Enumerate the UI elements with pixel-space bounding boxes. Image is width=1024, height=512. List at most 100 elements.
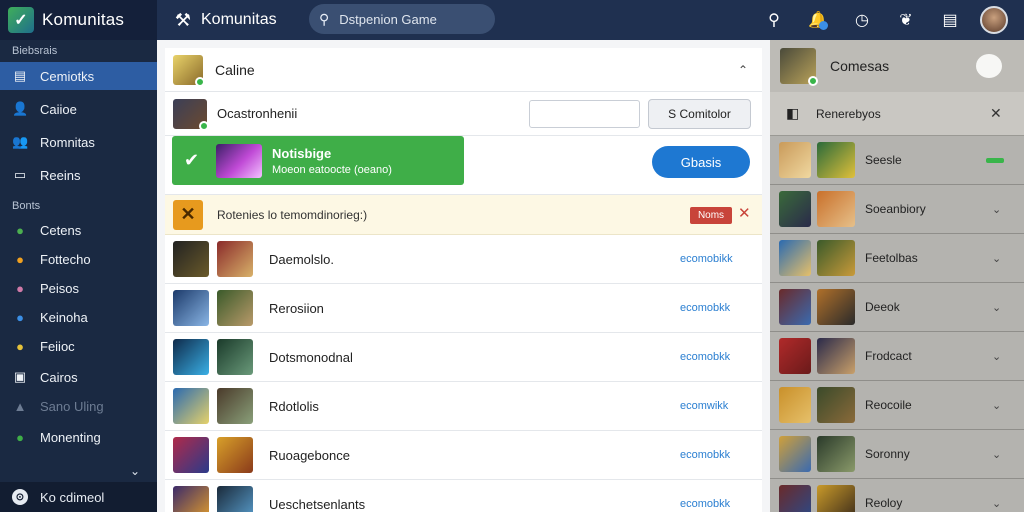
game-link[interactable]: ecomobkk bbox=[680, 351, 730, 363]
sidebar-item-label: Reeins bbox=[40, 167, 81, 183]
game-row[interactable]: Daemolslo. ecomobikk bbox=[165, 235, 762, 284]
sidebar-item-label: Peisos bbox=[40, 280, 80, 296]
search-icon: ⚲ bbox=[319, 10, 330, 27]
check-icon: ✔ bbox=[184, 150, 200, 170]
main-header[interactable]: Caline ⌃ bbox=[165, 48, 762, 92]
sidebar-item[interactable]: 👤 Caiioe bbox=[0, 95, 157, 123]
chevron-down-icon[interactable]: ⌄ bbox=[992, 448, 1001, 461]
notice-tag[interactable]: Noms bbox=[690, 207, 732, 224]
game-link[interactable]: ecomobkk bbox=[680, 302, 730, 314]
chevron-up-icon[interactable]: ⌃ bbox=[738, 63, 748, 77]
game-row[interactable]: Ruoagebonce ecomobkk bbox=[165, 431, 762, 480]
game-icon-pink: ● bbox=[16, 280, 24, 296]
sidebar-item-label: Romnitas bbox=[40, 134, 95, 150]
item-icon bbox=[779, 240, 811, 276]
connect-button[interactable]: S Comitolor bbox=[648, 99, 751, 129]
game-icon-yellow: ● bbox=[16, 338, 24, 354]
sidebar-item[interactable]: ● Feiioc bbox=[0, 332, 157, 360]
chevron-down-icon[interactable]: ⌄ bbox=[992, 203, 1001, 216]
right-item-name: Feetolbas bbox=[865, 251, 918, 265]
sidebar-section-title: Biebsrais bbox=[12, 45, 58, 57]
user-icon: 👤 bbox=[12, 101, 29, 116]
avatar bbox=[980, 6, 1008, 34]
banner-subtitle: Moeon eatoocte (oeano) bbox=[272, 163, 392, 176]
search-icon[interactable]: ⚲ bbox=[752, 0, 796, 40]
sidebar-item[interactable]: 👥 Romnitas bbox=[0, 128, 157, 156]
item-icon bbox=[779, 338, 811, 374]
right-list-item[interactable]: Reocoile ⌄ bbox=[770, 381, 1024, 430]
online-status-dot bbox=[199, 120, 209, 131]
right-item-name: Seesle bbox=[865, 153, 902, 167]
right-item-name: Deeok bbox=[865, 300, 900, 314]
toggle-button[interactable] bbox=[976, 54, 1002, 78]
chevron-down-icon[interactable]: ⌄ bbox=[992, 350, 1001, 363]
chevron-down-icon[interactable]: ⌄ bbox=[992, 301, 1001, 314]
notification-bell-icon[interactable]: 🔔 bbox=[796, 0, 840, 40]
chevron-down-icon[interactable]: ⌄ bbox=[130, 464, 140, 478]
sidebar-item[interactable]: ● Peisos bbox=[0, 274, 157, 302]
sidebar-item[interactable]: ▣ Cairos bbox=[0, 363, 157, 391]
user-avatar[interactable] bbox=[972, 0, 1016, 40]
brand[interactable]: ✓ Komunitas bbox=[0, 0, 157, 40]
sidebar-item[interactable]: ▭ Reeins bbox=[0, 161, 157, 189]
banner-artwork bbox=[216, 143, 262, 178]
search-box[interactable]: ⚲ bbox=[309, 4, 495, 34]
game-row[interactable]: Rdotlolis ecomwikk bbox=[165, 382, 762, 431]
right-panel: Comesas ◧ Renerebyos ✕ Seesle Soeanbiory ⌄… bbox=[770, 40, 1024, 512]
close-icon[interactable]: ✕ bbox=[990, 105, 1002, 122]
game-name: Ruoagebonce bbox=[269, 447, 350, 463]
right-item-name: Soeanbiory bbox=[865, 202, 926, 216]
game-icon bbox=[173, 339, 209, 375]
sidebar-item[interactable]: ● Monenting bbox=[0, 423, 157, 451]
right-list-item[interactable]: Soeanbiory ⌄ bbox=[770, 185, 1024, 234]
top-bar: ✓ Komunitas ⚒ Komunitas ⚲ ⚲ 🔔 ◷ ❦ ▤ bbox=[0, 0, 1024, 40]
sidebar-item[interactable]: ▲ Sano Uling bbox=[0, 392, 157, 420]
app-title: ⚒ Komunitas bbox=[171, 10, 277, 31]
game-link[interactable]: ecomwikk bbox=[680, 400, 728, 412]
game-row[interactable]: Ueschetsenlants ecomobkk bbox=[165, 480, 762, 512]
search-input[interactable] bbox=[339, 11, 480, 27]
sidebar-item[interactable]: ● Fottecho bbox=[0, 245, 157, 273]
brand-name: Komunitas bbox=[42, 10, 125, 29]
right-item-name: Frodcact bbox=[865, 349, 912, 363]
right-list-item[interactable]: Soronny ⌄ bbox=[770, 430, 1024, 479]
notification-banner[interactable]: ✔ Notisbige Moeon eatoocte (oeano) bbox=[172, 136, 464, 185]
game-row[interactable]: Dotsmonodnal ecomobkk bbox=[165, 333, 762, 382]
clock-icon[interactable]: ◷ bbox=[840, 0, 884, 40]
game-link[interactable]: ecomobkk bbox=[680, 449, 730, 461]
notice-text: Rotenies lo temomdinorieg:) bbox=[217, 207, 368, 222]
close-icon[interactable]: ✕ bbox=[738, 204, 751, 222]
right-list-item[interactable]: Deeok ⌄ bbox=[770, 283, 1024, 332]
right-list-item[interactable]: Feetolbas ⌄ bbox=[770, 234, 1024, 283]
sidebar-item[interactable]: ● Keinoha bbox=[0, 303, 157, 331]
chevron-down-icon[interactable]: ⌄ bbox=[992, 252, 1001, 265]
chat-icon: ● bbox=[16, 429, 24, 445]
image-icon: ▣ bbox=[13, 369, 27, 384]
text-field[interactable] bbox=[529, 100, 640, 128]
profile-row: Ocastronhenii S Comitolor bbox=[165, 92, 762, 136]
chevron-down-icon[interactable]: ⌄ bbox=[992, 497, 1001, 510]
right-list-item[interactable]: Seesle bbox=[770, 136, 1024, 185]
banner-title: Notisbige bbox=[272, 145, 332, 161]
bookmark-icon[interactable]: ▤ bbox=[928, 0, 972, 40]
panel-icon: ◧ bbox=[786, 105, 800, 121]
game-icon-green: ● bbox=[16, 222, 24, 238]
game-link[interactable]: ecomobkk bbox=[680, 498, 730, 510]
right-list-item[interactable]: Reoloy ⌄ bbox=[770, 479, 1024, 512]
game-icon bbox=[173, 437, 209, 473]
sidebar-item[interactable]: ● Cetens bbox=[0, 216, 157, 244]
item-icon bbox=[779, 289, 811, 325]
feather-icon[interactable]: ❦ bbox=[884, 0, 928, 40]
sidebar-item[interactable]: ▤ Cemiotks bbox=[0, 62, 157, 90]
right-list-item[interactable]: Frodcact ⌄ bbox=[770, 332, 1024, 381]
banner-cta-button[interactable]: Gbasis bbox=[652, 146, 750, 178]
right-panel-title: Comesas bbox=[830, 58, 890, 74]
game-link[interactable]: ecomobikk bbox=[680, 253, 733, 265]
right-panel-subtitle: Renerebyos bbox=[816, 106, 881, 121]
chevron-down-icon[interactable]: ⌄ bbox=[992, 399, 1001, 412]
sidebar-item-label: Caiioe bbox=[40, 101, 77, 117]
sidebar-footer[interactable]: ⊙ Ko cdimeol bbox=[0, 482, 157, 512]
item-icon bbox=[779, 436, 811, 472]
right-header-thumbnail bbox=[780, 48, 818, 86]
game-row[interactable]: Rerosiion ecomobkk bbox=[165, 284, 762, 333]
